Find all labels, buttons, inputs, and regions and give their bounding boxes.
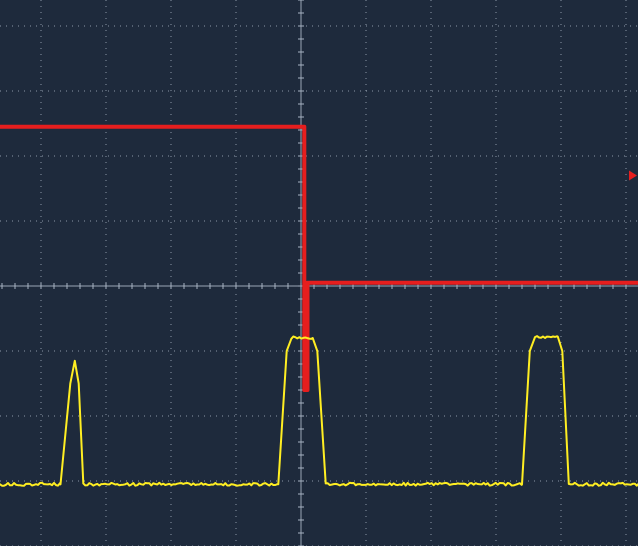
screen-background: [0, 0, 638, 546]
oscilloscope-display: [0, 0, 638, 546]
